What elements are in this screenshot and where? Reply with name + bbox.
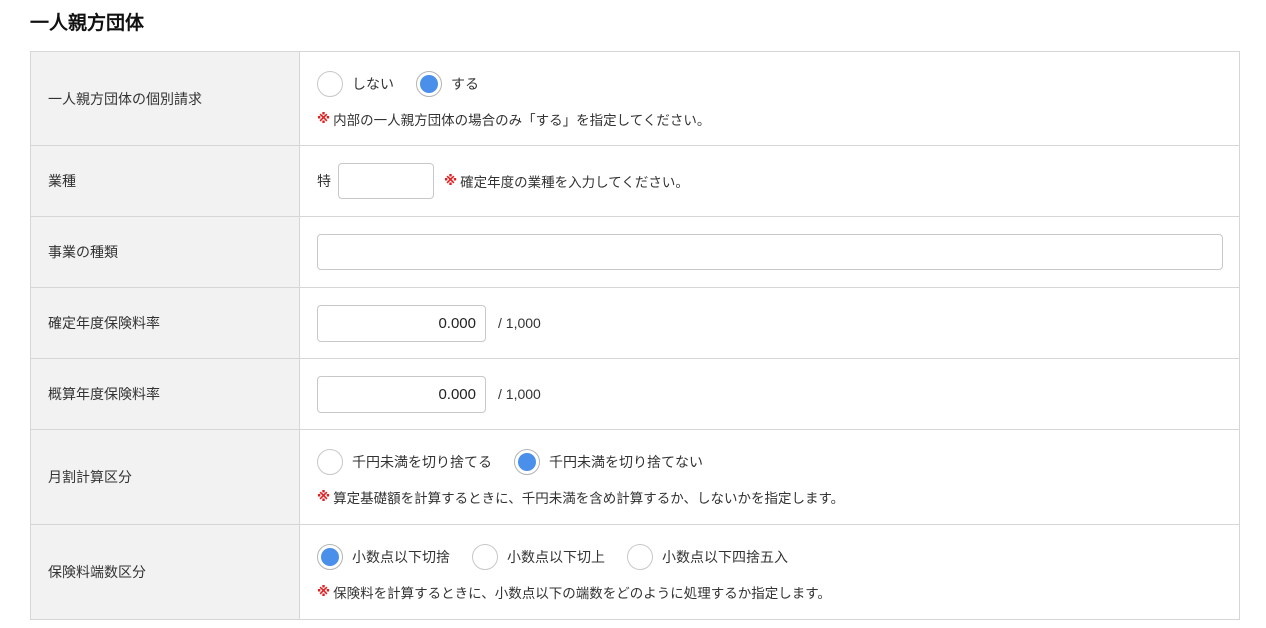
rate-unit: / 1,000 <box>498 386 541 402</box>
radio-button[interactable] <box>317 544 343 570</box>
radio-individual-billing-no[interactable]: しない <box>317 70 394 97</box>
confirmed-rate-input[interactable] <box>317 304 486 342</box>
radio-button[interactable] <box>514 449 540 475</box>
help-note: ※ 算定基礎額を計算するときに、千円未満を含め計算するか、しないかを指定します。 <box>317 487 1222 507</box>
help-note-text: 算定基礎額を計算するときに、千円未満を含め計算するか、しないかを指定します。 <box>333 491 845 507</box>
radio-individual-billing-yes[interactable]: する <box>416 70 479 97</box>
row-field: 小数点以下切捨 小数点以下切上 小数点以下四捨五入 ※ 保険料を計算するときに、… <box>299 524 1240 620</box>
row-confirmed-rate: 確定年度保険料率 / 1,000 <box>30 287 1240 359</box>
note-mark-icon: ※ <box>317 489 331 505</box>
row-label: 保険料端数区分 <box>30 524 300 620</box>
radio-label: 小数点以下四捨五入 <box>662 550 788 566</box>
row-field: / 1,000 <box>299 287 1240 359</box>
business-type-input[interactable] <box>317 234 1223 270</box>
estimated-rate-input[interactable] <box>317 375 486 413</box>
radio-label: しない <box>352 76 394 93</box>
note-mark-icon: ※ <box>317 110 331 127</box>
row-label: 一人親方団体の個別請求 <box>30 51 300 146</box>
row-label: 確定年度保険料率 <box>30 287 300 359</box>
note-mark-icon: ※ <box>317 584 331 600</box>
radio-button[interactable] <box>317 449 343 475</box>
section-title: 一人親方団体 <box>30 12 145 34</box>
help-note: ※ 確定年度の業種を入力してください。 <box>444 171 689 191</box>
help-note-text: 確定年度の業種を入力してください。 <box>460 175 689 191</box>
help-note: ※ 内部の一人親方団体の場合のみ「する」を指定してください。 <box>317 109 1222 129</box>
radio-fraction-round-up[interactable]: 小数点以下切上 <box>472 544 605 570</box>
radio-label: する <box>451 76 479 93</box>
row-monthly-calc: 月割計算区分 千円未満を切り捨てる 千円未満を切り捨てない ※ 算定基礎額を計算… <box>30 429 1240 525</box>
row-estimated-rate: 概算年度保険料率 / 1,000 <box>30 358 1240 430</box>
industry-prefix: 特 <box>317 174 331 190</box>
radio-button[interactable] <box>627 544 653 570</box>
row-label: 事業の種類 <box>30 216 300 288</box>
page: 一人親方団体 一人親方団体の個別請求 しない する ※ 内部の一人親方団体の場合… <box>0 0 1266 628</box>
radio-fraction-round-half[interactable]: 小数点以下四捨五入 <box>627 544 788 570</box>
row-field: / 1,000 <box>299 358 1240 430</box>
radio-button[interactable] <box>472 544 498 570</box>
row-fraction-rounding: 保険料端数区分 小数点以下切捨 小数点以下切上 小数点以下四捨五入 ※ 保険料を… <box>30 524 1240 620</box>
row-field: しない する ※ 内部の一人親方団体の場合のみ「する」を指定してください。 <box>299 51 1240 146</box>
radio-label: 小数点以下切捨 <box>352 550 450 566</box>
help-note: ※ 保険料を計算するときに、小数点以下の端数をどのように処理するか指定します。 <box>317 582 1222 602</box>
help-note-text: 保険料を計算するときに、小数点以下の端数をどのように処理するか指定します。 <box>333 586 831 602</box>
radio-monthly-calc-round-down[interactable]: 千円未満を切り捨てる <box>317 449 492 475</box>
radio-label: 千円未満を切り捨てる <box>352 455 492 471</box>
industry-input[interactable] <box>338 163 434 199</box>
radio-monthly-calc-no-round[interactable]: 千円未満を切り捨てない <box>514 449 703 475</box>
radio-group-monthly-calc: 千円未満を切り捨てる 千円未満を切り捨てない <box>317 447 1222 477</box>
settings-form-table: 一人親方団体の個別請求 しない する ※ 内部の一人親方団体の場合のみ「する」を… <box>30 51 1240 620</box>
radio-group-fraction-rounding: 小数点以下切捨 小数点以下切上 小数点以下四捨五入 <box>317 542 1222 572</box>
row-field <box>299 216 1240 288</box>
row-label: 月割計算区分 <box>30 429 300 525</box>
rate-unit: / 1,000 <box>498 315 541 331</box>
row-label: 業種 <box>30 145 300 217</box>
radio-label: 千円未満を切り捨てない <box>549 455 703 471</box>
help-note-text: 内部の一人親方団体の場合のみ「する」を指定してください。 <box>333 112 711 129</box>
radio-button[interactable] <box>416 70 442 97</box>
radio-button[interactable] <box>317 70 343 97</box>
radio-group-individual-billing: しない する <box>317 69 1222 99</box>
row-field: 千円未満を切り捨てる 千円未満を切り捨てない ※ 算定基礎額を計算するときに、千… <box>299 429 1240 525</box>
radio-fraction-truncate[interactable]: 小数点以下切捨 <box>317 544 450 570</box>
row-industry: 業種 特 ※ 確定年度の業種を入力してください。 <box>30 145 1240 217</box>
row-field: 特 ※ 確定年度の業種を入力してください。 <box>299 145 1240 217</box>
note-mark-icon: ※ <box>444 173 458 189</box>
row-individual-billing: 一人親方団体の個別請求 しない する ※ 内部の一人親方団体の場合のみ「する」を… <box>30 51 1240 146</box>
radio-label: 小数点以下切上 <box>507 550 605 566</box>
row-label: 概算年度保険料率 <box>30 358 300 430</box>
row-business-type: 事業の種類 <box>30 216 1240 288</box>
